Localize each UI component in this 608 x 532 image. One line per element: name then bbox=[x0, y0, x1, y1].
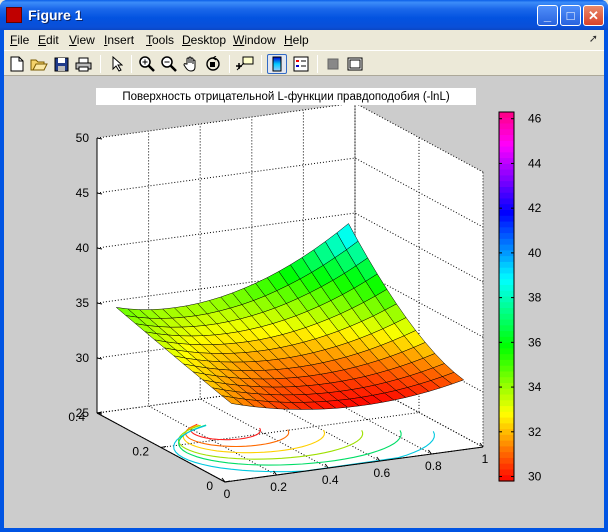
x-tick-label: 1 bbox=[482, 452, 489, 466]
colorbar-swatch bbox=[499, 406, 514, 413]
colorbar-swatch bbox=[499, 169, 514, 177]
colorbar-swatch bbox=[499, 181, 514, 188]
colorbar-swatch bbox=[499, 175, 514, 182]
colorbar-swatch bbox=[499, 457, 514, 465]
y-tick-label: 0.4 bbox=[68, 410, 85, 424]
colorbar-swatch bbox=[499, 331, 514, 338]
colorbar-swatch bbox=[499, 273, 514, 280]
z-tick-label: 30 bbox=[76, 351, 90, 365]
y-tick-label: 0 bbox=[206, 479, 213, 493]
colorbar-swatch bbox=[499, 261, 514, 269]
colorbar-swatch bbox=[499, 382, 514, 390]
colorbar-tick-label: 44 bbox=[528, 156, 542, 170]
colorbar-swatch bbox=[499, 394, 514, 401]
colorbar-swatch bbox=[499, 377, 514, 384]
colorbar-swatch bbox=[499, 388, 514, 396]
colorbar-swatch bbox=[499, 348, 514, 355]
colorbar-swatch bbox=[499, 319, 514, 326]
colorbar-tick-label: 36 bbox=[528, 335, 542, 349]
colorbar-swatch bbox=[499, 463, 514, 471]
z-tick-label: 45 bbox=[76, 186, 90, 200]
colorbar-swatch bbox=[499, 123, 514, 130]
colorbar-tick-label: 40 bbox=[528, 246, 542, 260]
x-tick-label: 0.6 bbox=[373, 466, 390, 480]
colorbar: 30 32 34 36 38 40 42 44 46 bbox=[498, 111, 542, 484]
colorbar-swatch bbox=[499, 146, 514, 153]
x-tick-label: 0.2 bbox=[270, 480, 287, 494]
colorbar-swatch bbox=[499, 256, 514, 263]
colorbar-swatch bbox=[499, 204, 514, 211]
colorbar-swatch bbox=[499, 452, 514, 459]
colorbar-swatch bbox=[499, 233, 514, 240]
colorbar-swatch bbox=[499, 284, 514, 292]
colorbar-swatch bbox=[499, 215, 514, 223]
colorbar-swatch bbox=[499, 417, 514, 424]
colorbar-swatch bbox=[499, 250, 514, 257]
colorbar-swatch bbox=[499, 400, 514, 407]
colorbar-swatch bbox=[499, 140, 514, 148]
colorbar-swatch bbox=[499, 186, 514, 194]
colorbar-swatch bbox=[499, 411, 514, 419]
colorbar-swatch bbox=[499, 210, 514, 217]
colorbar-swatch bbox=[499, 152, 514, 159]
colorbar-swatch bbox=[499, 342, 514, 349]
colorbar-swatch bbox=[499, 371, 514, 378]
colorbar-swatch bbox=[499, 359, 514, 367]
colorbar-swatch bbox=[499, 434, 514, 442]
colorbar-swatch bbox=[499, 308, 514, 315]
colorbar-swatch bbox=[499, 440, 514, 448]
colorbar-tick-label: 30 bbox=[528, 470, 542, 484]
colorbar-swatch bbox=[499, 135, 514, 142]
client-area: File Edit View Insert Tools Desktop Wind… bbox=[4, 30, 604, 528]
colorbar-swatch bbox=[499, 365, 514, 373]
colorbar-swatch bbox=[499, 290, 514, 298]
colorbar-swatch bbox=[499, 267, 514, 275]
x-tick-label: 0.8 bbox=[425, 459, 442, 473]
colorbar-swatch bbox=[499, 279, 514, 286]
y-tick-label: 0.2 bbox=[132, 445, 149, 459]
colorbar-swatch bbox=[499, 112, 514, 119]
colorbar-swatch bbox=[499, 423, 514, 430]
colorbar-tick-label: 38 bbox=[528, 291, 542, 305]
colorbar-swatch bbox=[499, 354, 514, 361]
colorbar-swatch bbox=[499, 227, 514, 234]
colorbar-swatch bbox=[499, 221, 514, 228]
colorbar-swatch bbox=[499, 446, 514, 453]
z-tick-label: 35 bbox=[76, 296, 90, 310]
colorbar-swatch bbox=[499, 313, 514, 321]
colorbar-swatch bbox=[499, 129, 514, 136]
colorbar-swatch bbox=[499, 163, 514, 171]
z-tick-label: 40 bbox=[76, 241, 90, 255]
colorbar-tick-label: 32 bbox=[528, 425, 542, 439]
colorbar-tick-label: 42 bbox=[528, 201, 542, 215]
figure-canvas[interactable]: 25 30 35 40 45 50 0 0.2 0.4 0.6 0.8 1 0 0.2 0.4 30 32 34… bbox=[4, 77, 604, 528]
colorbar-swatch bbox=[499, 302, 514, 309]
colorbar-swatch bbox=[499, 244, 514, 251]
colorbar-tick-label: 46 bbox=[528, 112, 542, 126]
colorbar-swatch bbox=[499, 192, 514, 200]
colorbar-tick-label: 34 bbox=[528, 380, 542, 394]
figure-window: Figure 1 _ □ ✕ File Edit View Insert Too… bbox=[0, 0, 608, 532]
chart-title: Поверхность отрицательной L-функции прав… bbox=[122, 91, 450, 103]
colorbar-swatch bbox=[499, 325, 514, 332]
colorbar-swatch bbox=[499, 238, 514, 246]
colorbar-swatch bbox=[499, 469, 514, 476]
x-tick-label: 0 bbox=[224, 487, 231, 501]
z-tick-label: 50 bbox=[76, 131, 90, 145]
x-tick-label: 0.4 bbox=[322, 473, 339, 487]
surface-plot[interactable]: 2530354045500 0.2 0.4 0.6 0.8 100.20.4 303234… bbox=[0, 0, 608, 532]
colorbar-swatch bbox=[499, 198, 514, 205]
